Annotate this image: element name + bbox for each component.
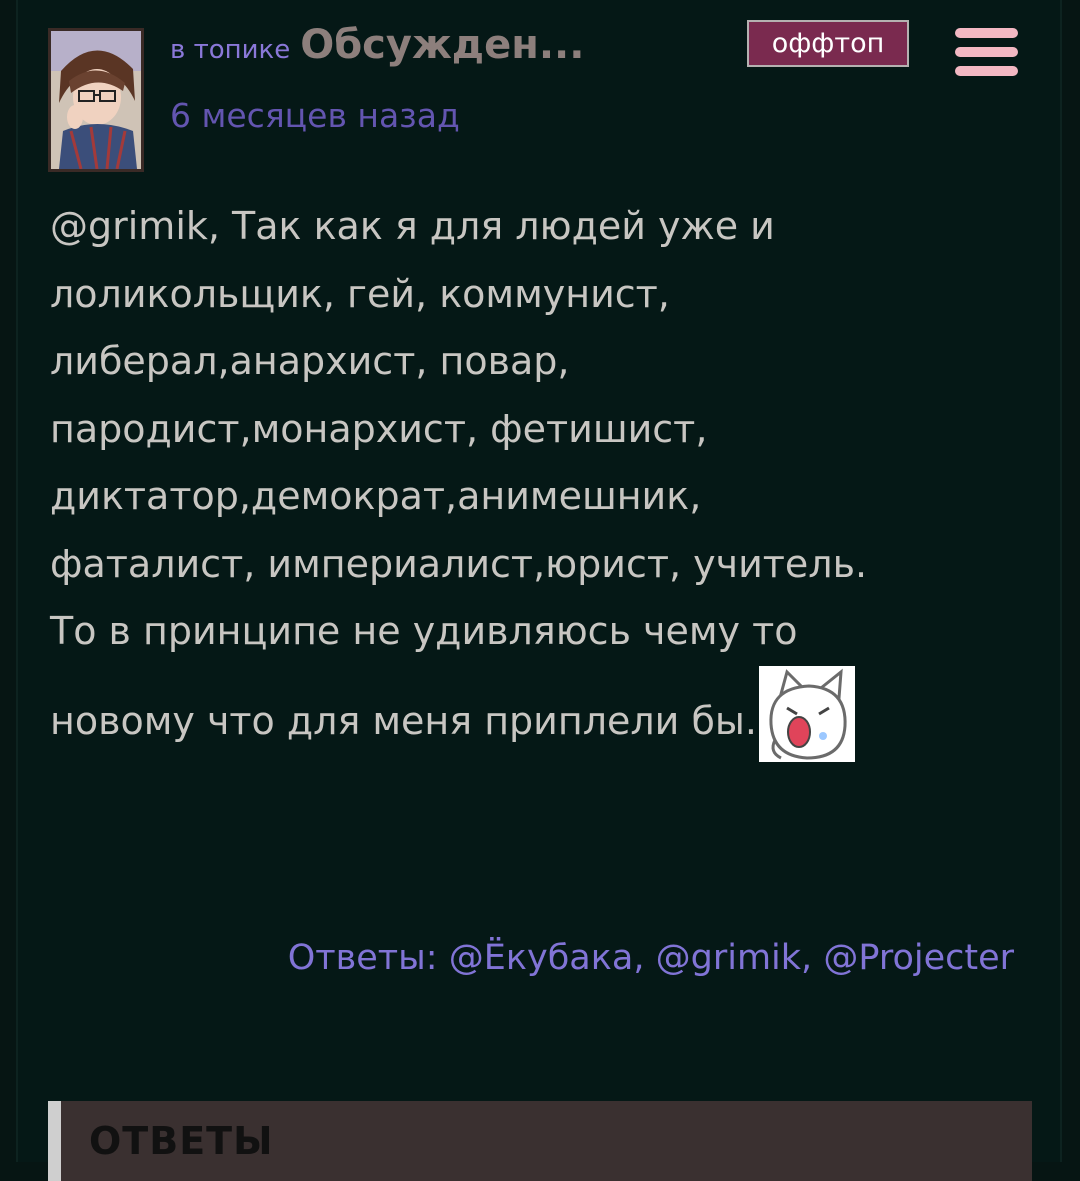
post-line: лоликольщик, гей, коммунист,	[50, 271, 670, 316]
crying-cat-sticker	[758, 665, 855, 762]
post-timestamp: 6 месяцев назад	[170, 96, 460, 135]
answers-section-title: ОТВЕТЫ	[89, 1119, 274, 1163]
replies-line: Ответы: @Ёкубака, @grimik, @Projecter	[288, 938, 1014, 978]
avatar-portrait-icon	[51, 31, 141, 169]
post-line: либерал,анархист, повар,	[50, 339, 570, 383]
reply-user-link[interactable]: @grimik	[656, 938, 801, 978]
topic-prefix: в топике	[170, 35, 291, 65]
post-line: фаталист, империалист,юрист, учитель.	[50, 541, 868, 586]
reply-separator: ,	[801, 938, 813, 978]
replies-label: Ответы:	[287, 938, 438, 978]
post-line-text: , Так как я для людей уже и	[207, 204, 775, 248]
post-line: пародист,монархист, фетишист,	[50, 406, 708, 451]
topic-link[interactable]: Обсужден...	[300, 22, 584, 68]
hamburger-menu-icon[interactable]	[955, 28, 1018, 76]
post-line: диктатор,демократ,анимешник,	[50, 474, 702, 518]
tag-badge[interactable]: оффтоп	[747, 20, 909, 67]
user-avatar[interactable]	[48, 28, 144, 172]
reply-separator: ,	[633, 938, 645, 978]
reply-user-link[interactable]: @Projecter	[823, 938, 1014, 978]
mention-link[interactable]: @grimik	[50, 204, 208, 248]
post-body: @grimik, Так как я для людей уже и лолик…	[50, 193, 980, 762]
answers-section: ОТВЕТЫ	[48, 1101, 1032, 1181]
reply-user-link[interactable]: @Ёкубака	[449, 938, 634, 978]
post-line-text: новому что для меня приплели бы.	[50, 698, 757, 743]
post-line: @grimik, Так как я для людей уже и	[50, 193, 980, 261]
post-line: То в принципе не удивляюсь чему то	[50, 609, 798, 653]
topic-line: в топике Обсужден...	[170, 22, 730, 72]
post-line: новому что для меня приплели бы.	[50, 665, 980, 762]
